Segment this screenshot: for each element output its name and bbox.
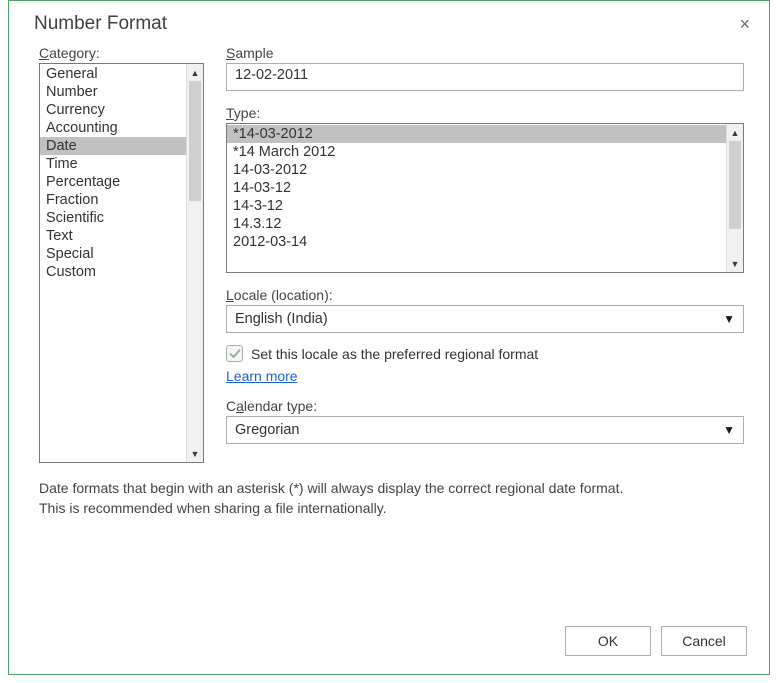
scroll-up-icon[interactable]: ▲ — [187, 64, 203, 81]
scroll-thumb[interactable] — [729, 141, 741, 229]
calendar-type-label: Calendar type: — [226, 398, 744, 414]
ok-button[interactable]: OK — [565, 626, 651, 656]
category-item[interactable]: Scientific — [40, 209, 186, 227]
type-item[interactable]: 2012-03-14 — [227, 233, 726, 251]
category-item[interactable]: Custom — [40, 263, 186, 281]
type-item[interactable]: 14-3-12 — [227, 197, 726, 215]
category-item[interactable]: General — [40, 65, 186, 83]
locale-value: English (India) — [235, 311, 328, 327]
category-item[interactable]: Percentage — [40, 173, 186, 191]
type-scrollbar[interactable]: ▲ ▼ — [726, 124, 743, 272]
type-listbox[interactable]: *14-03-2012*14 March 201214-03-201214-03… — [226, 123, 744, 273]
category-item[interactable]: Text — [40, 227, 186, 245]
sample-display: 12-02-2011 — [226, 63, 744, 91]
calendar-type-value: Gregorian — [235, 422, 299, 438]
type-label: Type: — [226, 105, 744, 121]
cancel-button[interactable]: Cancel — [661, 626, 747, 656]
category-scrollbar[interactable]: ▲ ▼ — [186, 64, 203, 462]
category-listbox[interactable]: GeneralNumberCurrencyAccountingDateTimeP… — [39, 63, 204, 463]
chevron-down-icon: ▼ — [723, 312, 735, 326]
category-item[interactable]: Currency — [40, 101, 186, 119]
chevron-down-icon: ▼ — [723, 423, 735, 437]
help-text: Date formats that begin with an asterisk… — [9, 468, 769, 519]
preferred-locale-label: Set this locale as the preferred regiona… — [251, 346, 538, 362]
locale-dropdown[interactable]: English (India) ▼ — [226, 305, 744, 333]
titlebar: Number Format × — [9, 1, 769, 41]
type-item[interactable]: *14-03-2012 — [227, 125, 726, 143]
type-item[interactable]: 14-03-12 — [227, 179, 726, 197]
scroll-up-icon[interactable]: ▲ — [727, 124, 743, 141]
category-item[interactable]: Number — [40, 83, 186, 101]
calendar-type-dropdown[interactable]: Gregorian ▼ — [226, 416, 744, 444]
category-item[interactable]: Special — [40, 245, 186, 263]
close-icon[interactable]: × — [735, 13, 754, 35]
preferred-locale-checkbox[interactable] — [226, 345, 243, 362]
type-item[interactable]: *14 March 2012 — [227, 143, 726, 161]
number-format-dialog: Number Format × Category: GeneralNumberC… — [8, 0, 770, 675]
sample-label: Sample — [226, 45, 744, 61]
category-item[interactable]: Accounting — [40, 119, 186, 137]
dialog-title: Number Format — [34, 13, 167, 35]
scroll-thumb[interactable] — [189, 81, 201, 201]
locale-label: Locale (location): — [226, 287, 744, 303]
scroll-down-icon[interactable]: ▼ — [727, 255, 743, 272]
category-label: Category: — [39, 45, 204, 61]
check-icon — [229, 348, 241, 360]
type-item[interactable]: 14-03-2012 — [227, 161, 726, 179]
category-item[interactable]: Date — [40, 137, 186, 155]
learn-more-link[interactable]: Learn more — [226, 368, 744, 384]
type-item[interactable]: 14.3.12 — [227, 215, 726, 233]
category-item[interactable]: Fraction — [40, 191, 186, 209]
scroll-down-icon[interactable]: ▼ — [187, 445, 203, 462]
dialog-footer: OK Cancel — [9, 612, 769, 674]
category-item[interactable]: Time — [40, 155, 186, 173]
